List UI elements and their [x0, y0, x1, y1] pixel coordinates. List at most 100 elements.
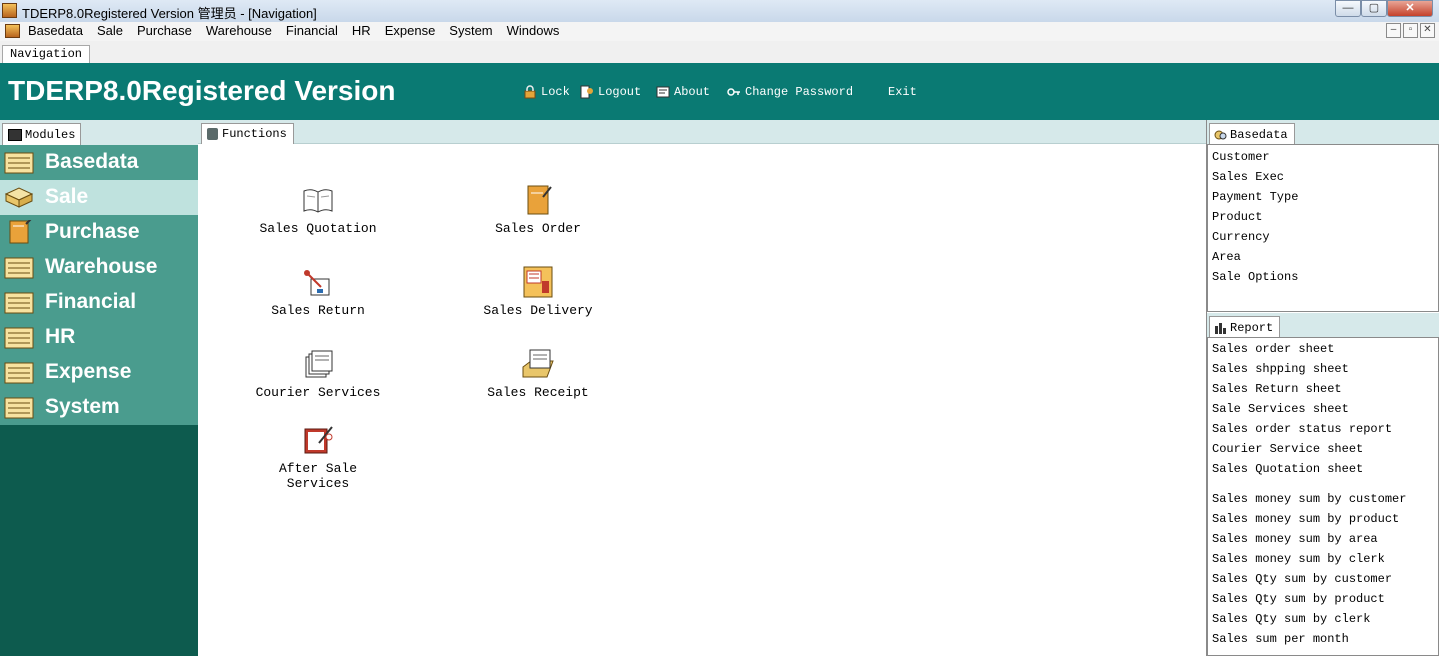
app-icon	[2, 3, 17, 18]
menu-warehouse[interactable]: Warehouse	[206, 23, 272, 38]
report-icon	[1215, 322, 1226, 334]
stacked-documents-icon	[305, 350, 333, 378]
key-icon	[727, 88, 740, 96]
report-link[interactable]: Sales sum per month	[1212, 629, 1406, 649]
functions-panel: Functions Sales Quotation Sales Order Sa…	[198, 120, 1206, 656]
box-icon	[4, 187, 34, 208]
sales-order-button[interactable]: Sales Order	[458, 183, 618, 236]
basedata-link-sale-options[interactable]: Sale Options	[1212, 267, 1298, 287]
report-link[interactable]: Sales Qty sum by product	[1212, 589, 1406, 609]
tab-functions[interactable]: Functions	[201, 123, 294, 144]
module-label: System	[45, 395, 120, 418]
report-link[interactable]: Sales order sheet	[1212, 339, 1406, 359]
courier-services-button[interactable]: Courier Services	[238, 347, 398, 400]
module-warehouse[interactable]: Warehouse	[0, 250, 198, 285]
basedata-link-payment-type[interactable]: Payment Type	[1212, 187, 1298, 207]
module-financial[interactable]: Financial	[0, 285, 198, 320]
tab-modules[interactable]: Modules	[2, 123, 82, 145]
function-label: Sales Order	[495, 221, 581, 236]
module-basedata[interactable]: Basedata	[0, 145, 198, 180]
mdi-close-button[interactable]: ✕	[1420, 23, 1435, 38]
function-label: Sales Return	[271, 303, 365, 318]
report-link[interactable]: Sales Quotation sheet	[1212, 459, 1406, 479]
change-password-button[interactable]: Change Password	[727, 85, 853, 99]
report-tab-label: Report	[1230, 320, 1274, 335]
report-link[interactable]: Sales Qty sum by clerk	[1212, 609, 1406, 629]
logout-button[interactable]: Logout	[580, 85, 641, 99]
report-link[interactable]: Sale Services sheet	[1212, 399, 1406, 419]
module-label: Financial	[45, 290, 137, 313]
lock-button[interactable]: Lock	[523, 85, 570, 99]
module-system[interactable]: System	[0, 390, 198, 425]
sales-receipt-button[interactable]: Sales Receipt	[458, 347, 618, 400]
return-icon	[304, 270, 330, 296]
function-label: Sales Quotation	[259, 221, 377, 236]
report-tab-strip: Report	[1207, 313, 1439, 338]
module-list: Basedata Sale Purchase Warehouse Financi…	[0, 145, 198, 425]
module-label: Basedata	[45, 150, 139, 173]
report-link[interactable]: Sales money sum by customer	[1212, 489, 1406, 509]
module-label: Purchase	[45, 220, 140, 243]
report-link[interactable]: Sales money sum by product	[1212, 509, 1406, 529]
module-label: Warehouse	[45, 255, 158, 278]
sales-delivery-button[interactable]: Sales Delivery	[458, 265, 618, 318]
sales-return-button[interactable]: Sales Return	[238, 265, 398, 318]
basedata-link-product[interactable]: Product	[1212, 207, 1298, 227]
about-icon	[656, 86, 670, 98]
notebook-pencil-icon	[527, 185, 552, 215]
document-tabs: Navigation	[0, 41, 1439, 64]
report-link[interactable]: Sales order status report	[1212, 419, 1406, 439]
function-label-line2: Services	[286, 476, 350, 491]
document-icon[interactable]	[5, 24, 20, 38]
report-link[interactable]: Sales money sum by area	[1212, 529, 1406, 549]
menu-windows[interactable]: Windows	[507, 23, 560, 38]
tab-report[interactable]: Report	[1209, 316, 1281, 338]
menu-hr[interactable]: HR	[352, 23, 371, 38]
after-sale-services-button[interactable]: After Sale Services	[238, 423, 398, 491]
report-link[interactable]: Sales Return sheet	[1212, 379, 1406, 399]
module-label: Expense	[45, 360, 132, 383]
module-purchase[interactable]: Purchase	[0, 215, 198, 250]
function-label: Courier Services	[255, 385, 381, 400]
tab-basedata[interactable]: Basedata	[1209, 123, 1295, 145]
module-hr[interactable]: HR	[0, 320, 198, 355]
menu-sale[interactable]: Sale	[97, 23, 123, 38]
menu-bar: Basedata Sale Purchase Warehouse Financi…	[0, 22, 1439, 42]
basedata-link-customer[interactable]: Customer	[1212, 147, 1298, 167]
basedata-link-area[interactable]: Area	[1212, 247, 1298, 267]
modules-icon	[8, 128, 22, 141]
menu-system[interactable]: System	[449, 23, 492, 38]
report-link[interactable]: Sales shpping sheet	[1212, 359, 1406, 379]
folder-icon	[4, 152, 34, 174]
function-label-line1: After Sale	[278, 461, 357, 476]
change-password-label: Change Password	[745, 85, 854, 99]
close-button[interactable]: ✕	[1387, 0, 1433, 17]
about-label: About	[674, 85, 711, 99]
sales-quotation-button[interactable]: Sales Quotation	[238, 183, 398, 236]
about-button[interactable]: About	[656, 85, 710, 99]
folder-icon	[4, 292, 34, 314]
basedata-link-sales-exec[interactable]: Sales Exec	[1212, 167, 1298, 187]
report-link[interactable]: Courier Service sheet	[1212, 439, 1406, 459]
maximize-button[interactable]: ▢	[1361, 0, 1387, 17]
menu-items: Basedata Sale Purchase Warehouse Financi…	[28, 23, 573, 38]
mdi-restore-button[interactable]: ▫	[1403, 23, 1418, 38]
receipt-folder-icon	[522, 349, 554, 378]
basedata-link-currency[interactable]: Currency	[1212, 227, 1298, 247]
app-header: TDERP8.0Registered Version Lock Logout A…	[0, 63, 1439, 120]
report-link[interactable]: Sales Qty sum by customer	[1212, 569, 1406, 589]
modules-tab-strip: Modules	[0, 120, 198, 145]
module-sale[interactable]: Sale	[0, 180, 198, 215]
functions-tab-label: Functions	[222, 126, 287, 141]
menu-purchase[interactable]: Purchase	[137, 23, 192, 38]
exit-button[interactable]: Exit	[888, 85, 917, 99]
menu-expense[interactable]: Expense	[385, 23, 436, 38]
tab-navigation[interactable]: Navigation	[2, 45, 91, 63]
window-title: TDERP8.0Registered Version 管理员 - [Naviga…	[22, 6, 317, 21]
report-link[interactable]: Sales money sum by clerk	[1212, 549, 1406, 569]
module-expense[interactable]: Expense	[0, 355, 198, 390]
menu-financial[interactable]: Financial	[286, 23, 338, 38]
mdi-minimize-button[interactable]: –	[1386, 23, 1401, 38]
menu-basedata[interactable]: Basedata	[28, 23, 83, 38]
minimize-button[interactable]: —	[1335, 0, 1361, 17]
